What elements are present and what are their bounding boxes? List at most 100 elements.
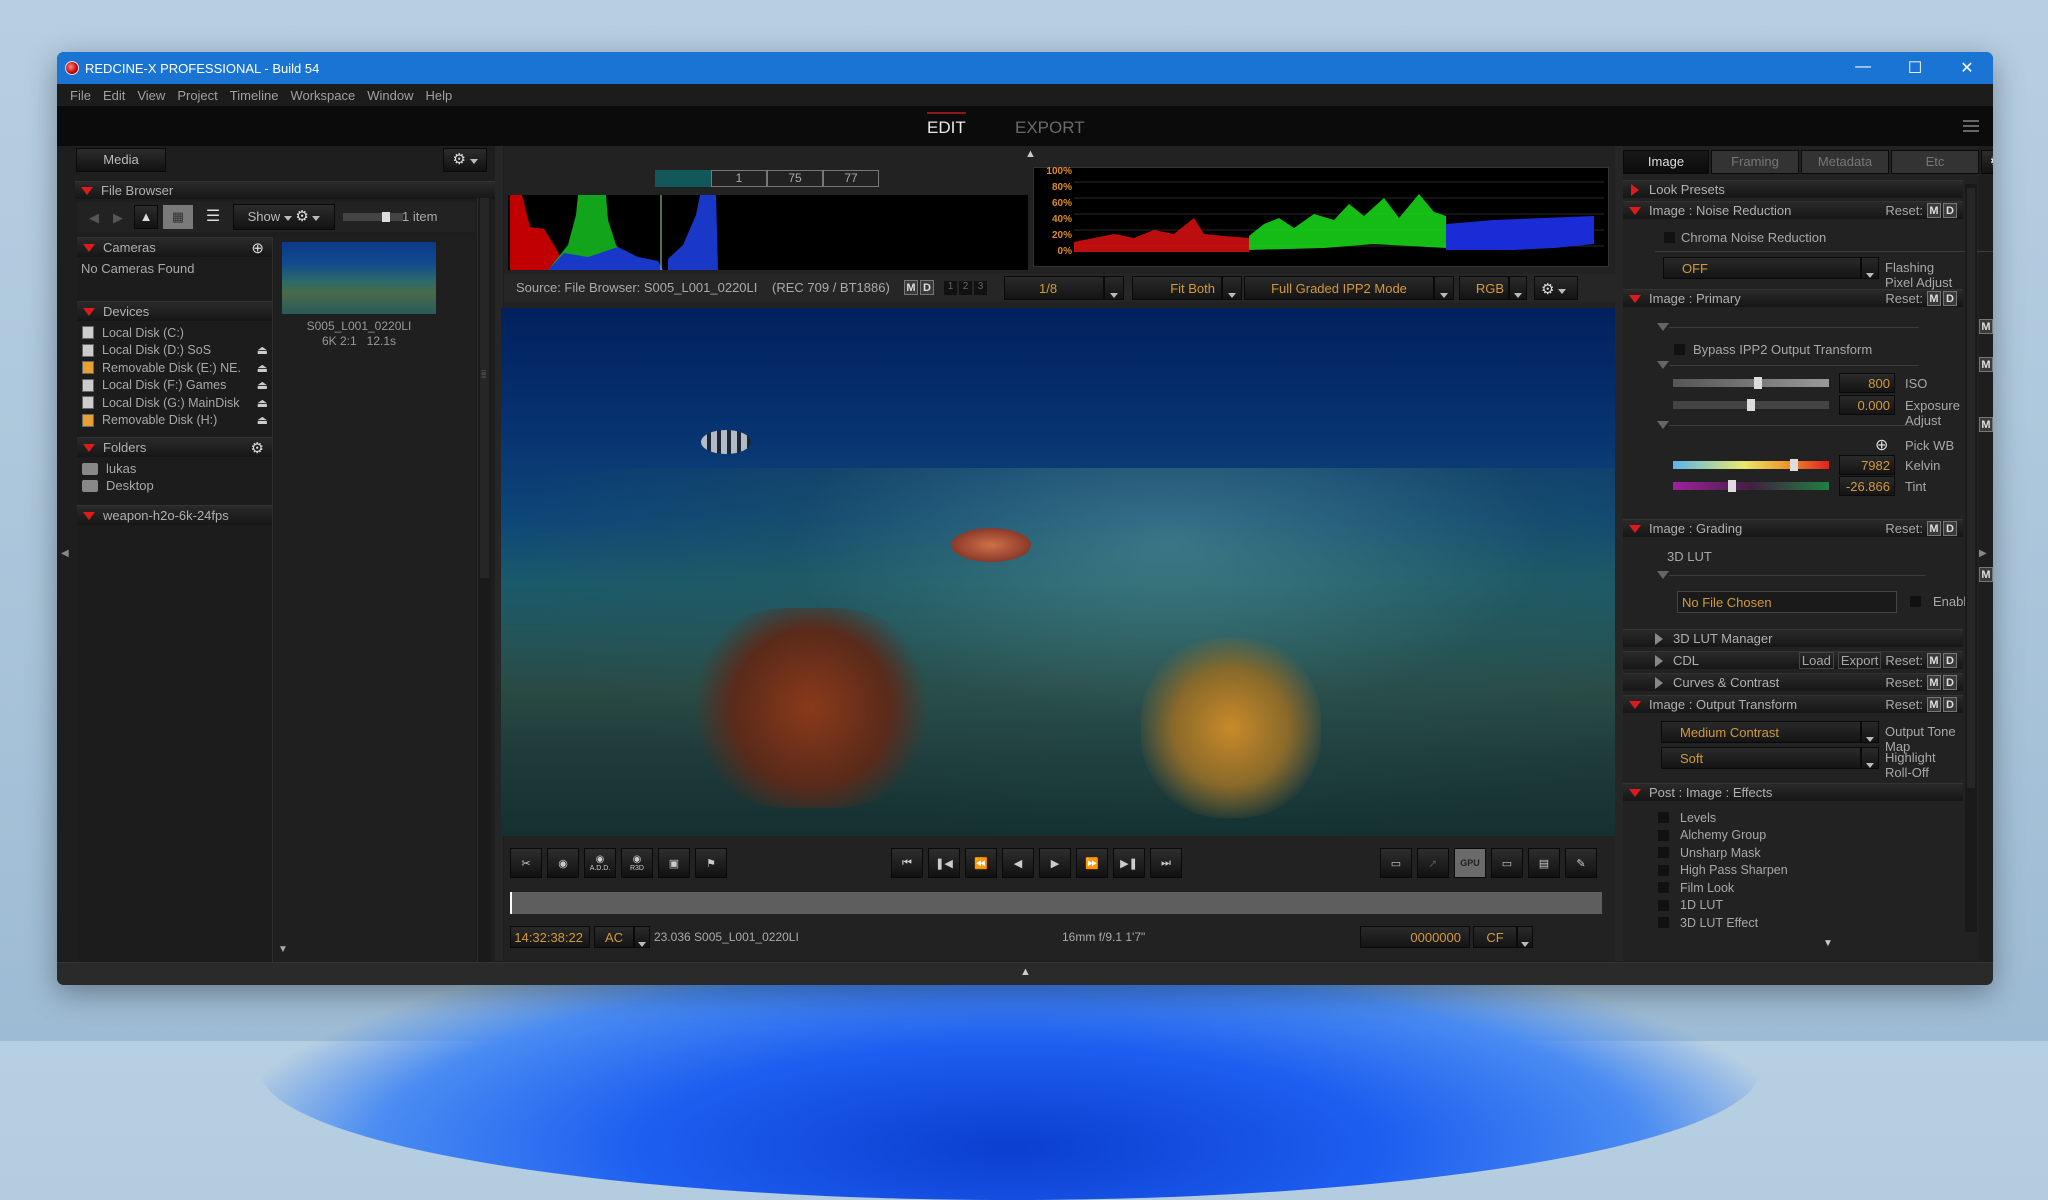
previous-clip-button[interactable]: ❚◀ bbox=[928, 848, 960, 878]
look-presets-header[interactable]: Look Presets bbox=[1623, 180, 1963, 198]
mode-dropdown[interactable]: Full Graded IPP2 Mode bbox=[1244, 276, 1434, 300]
device-item[interactable]: Local Disk (G:) MainDisk ⏏ bbox=[77, 394, 272, 412]
menu-timeline[interactable]: Timeline bbox=[224, 88, 285, 103]
chroma-noise-checkbox[interactable] bbox=[1663, 231, 1676, 244]
video-frame[interactable] bbox=[501, 308, 1615, 836]
device-item[interactable]: Local Disk (F:) Games ⏏ bbox=[77, 377, 272, 395]
tone-map-arrow[interactable] bbox=[1861, 721, 1879, 743]
fast-forward-button[interactable]: ⏩ bbox=[1076, 848, 1108, 878]
frame-export-button[interactable]: ▣ bbox=[658, 848, 690, 878]
tc-mode-dropdown[interactable]: AC bbox=[594, 926, 634, 948]
maximize-button[interactable]: ☐ bbox=[1889, 58, 1941, 78]
collapse-right-arrow-icon[interactable]: ▶ bbox=[1979, 548, 1987, 559]
mode-dropdown-arrow[interactable] bbox=[1434, 276, 1454, 300]
snapshot-r3d-button[interactable]: ◉ R3D bbox=[621, 848, 653, 878]
tab-export[interactable]: EXPORT bbox=[1015, 118, 1085, 138]
hamburger-menu-icon[interactable] bbox=[1963, 120, 1979, 132]
m-button[interactable]: M bbox=[904, 280, 918, 295]
crosshair-icon[interactable]: ⊕ bbox=[251, 239, 264, 257]
fit-dropdown-arrow[interactable] bbox=[1222, 276, 1242, 300]
exposure-value-field[interactable]: 0.000 bbox=[1839, 395, 1895, 415]
channel-dropdown-arrow[interactable] bbox=[1509, 276, 1527, 300]
menu-project[interactable]: Project bbox=[171, 88, 223, 103]
effect-checkbox[interactable] bbox=[1657, 916, 1670, 930]
tc-mode-arrow[interactable] bbox=[634, 926, 650, 948]
tint-value-field[interactable]: -26.866 bbox=[1839, 476, 1895, 496]
curves-header[interactable]: Curves & Contrast Reset: M D bbox=[1623, 673, 1963, 691]
tint-slider[interactable] bbox=[1673, 480, 1829, 492]
menu-edit[interactable]: Edit bbox=[97, 88, 131, 103]
layer-3-button[interactable]: 3 bbox=[974, 281, 987, 295]
go-to-start-button[interactable]: ⏮ bbox=[891, 848, 923, 878]
d-button[interactable]: D bbox=[1943, 675, 1957, 690]
counter-mode-arrow[interactable] bbox=[1517, 926, 1533, 948]
menu-help[interactable]: Help bbox=[419, 88, 458, 103]
scrollbar-thumb[interactable] bbox=[480, 198, 489, 578]
slider-knob[interactable] bbox=[382, 212, 390, 222]
effect-item[interactable]: Unsharp Mask bbox=[1657, 844, 1963, 862]
effect-item[interactable]: 3D LUT Effect bbox=[1657, 914, 1963, 932]
d-button[interactable]: D bbox=[1943, 697, 1957, 712]
snapshot-add-button[interactable]: ◉ A.D.D. bbox=[584, 848, 616, 878]
slider-knob[interactable] bbox=[1727, 480, 1736, 492]
effect-item[interactable]: Levels bbox=[1657, 809, 1963, 827]
cdl-load-button[interactable]: Load bbox=[1798, 652, 1834, 669]
folder-item[interactable]: Desktop bbox=[77, 477, 272, 494]
list-view-button[interactable]: ☰ bbox=[199, 205, 227, 229]
rewind-button[interactable]: ⏪ bbox=[965, 848, 997, 878]
device-item[interactable]: Local Disk (C:) bbox=[77, 324, 272, 342]
eject-icon[interactable]: ⏏ bbox=[257, 361, 268, 375]
tab-etc[interactable]: Etc bbox=[1891, 150, 1979, 174]
layer-1-button[interactable]: 1 bbox=[944, 281, 957, 295]
primary-header[interactable]: Image : Primary Reset: M D bbox=[1623, 289, 1963, 307]
cameras-header[interactable]: Cameras ⊕ bbox=[77, 237, 272, 257]
m-button[interactable]: M bbox=[1979, 567, 1993, 582]
slider-knob[interactable] bbox=[1754, 377, 1763, 389]
m-button[interactable]: M bbox=[1927, 697, 1941, 712]
cdl-export-button[interactable]: Export bbox=[1837, 652, 1882, 669]
slider-knob[interactable] bbox=[1789, 459, 1798, 471]
subsection-triangle-icon[interactable] bbox=[1657, 323, 1669, 331]
eject-icon[interactable]: ⏏ bbox=[257, 378, 268, 392]
monitor-button[interactable]: ▭ bbox=[1380, 848, 1412, 878]
fit-dropdown[interactable]: Fit Both bbox=[1132, 276, 1222, 300]
tab-edit[interactable]: EDIT bbox=[927, 112, 966, 138]
cdl-header[interactable]: CDL Load Export Reset: M D bbox=[1623, 651, 1963, 669]
m-button[interactable]: M bbox=[1927, 521, 1941, 536]
gpu-button[interactable]: GPU bbox=[1454, 848, 1486, 878]
effect-checkbox[interactable] bbox=[1657, 863, 1670, 877]
m-button[interactable]: M bbox=[1927, 675, 1941, 690]
show-filter-dropdown[interactable]: Show ⚙ bbox=[233, 204, 335, 230]
expand-bottom-arrow-icon[interactable]: ▲ bbox=[1020, 966, 1031, 978]
output-transform-header[interactable]: Image : Output Transform Reset: M D bbox=[1623, 695, 1963, 713]
tone-map-dropdown[interactable]: Medium Contrast bbox=[1661, 721, 1861, 743]
effect-item[interactable]: Film Look bbox=[1657, 879, 1963, 897]
inspector-settings-button[interactable]: ⚙ bbox=[1981, 150, 1993, 174]
iso-slider[interactable] bbox=[1673, 377, 1829, 389]
layer-2-button[interactable]: 2 bbox=[959, 281, 972, 295]
timeline-scrubber[interactable] bbox=[510, 892, 1602, 914]
flashing-pixel-dropdown[interactable]: OFF bbox=[1663, 257, 1861, 279]
frame-counter[interactable]: 0000000 bbox=[1360, 926, 1470, 948]
back-arrow-icon[interactable]: ◀ bbox=[89, 210, 99, 226]
menu-window[interactable]: Window bbox=[361, 88, 419, 103]
effect-checkbox[interactable] bbox=[1657, 881, 1670, 895]
viewer-settings-button[interactable]: ⚙ bbox=[1534, 276, 1578, 300]
grading-header[interactable]: Image : Grading Reset: M D bbox=[1623, 519, 1963, 537]
effect-item[interactable]: High Pass Sharpen bbox=[1657, 862, 1963, 880]
folder-item[interactable]: lukas bbox=[77, 460, 272, 477]
m-button[interactable]: M bbox=[1979, 417, 1993, 432]
tab-image[interactable]: Image bbox=[1623, 150, 1709, 174]
up-folder-button[interactable]: ▲ bbox=[134, 205, 158, 229]
resolution-dropdown-arrow[interactable] bbox=[1104, 276, 1124, 300]
minimize-button[interactable]: — bbox=[1837, 58, 1889, 78]
iso-value-field[interactable]: 800 bbox=[1839, 373, 1895, 393]
forward-arrow-icon[interactable]: ▶ bbox=[113, 210, 123, 226]
counter-mode-dropdown[interactable]: CF bbox=[1473, 926, 1517, 948]
trim-tool-button[interactable]: ✂ bbox=[510, 848, 542, 878]
m-button[interactable]: M bbox=[1927, 203, 1941, 218]
scrollbar-thumb[interactable] bbox=[1967, 188, 1975, 788]
file-browser-header[interactable]: File Browser bbox=[75, 181, 495, 199]
close-button[interactable]: ✕ bbox=[1941, 58, 1993, 78]
m-button[interactable]: M bbox=[1927, 291, 1941, 306]
